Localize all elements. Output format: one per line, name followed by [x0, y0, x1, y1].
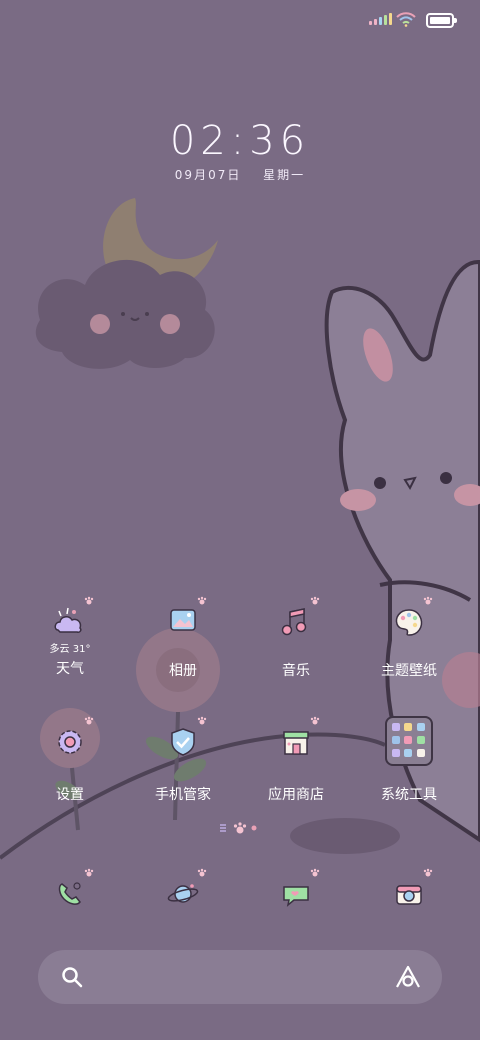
- weather-icon: [50, 596, 94, 642]
- app-store[interactable]: 应用商店: [241, 716, 351, 804]
- app-label: 主题壁纸: [381, 663, 437, 679]
- gallery-icon: [163, 596, 207, 642]
- camera-icon: [389, 868, 433, 914]
- message-bubble-icon: [276, 868, 320, 914]
- search-bar[interactable]: [38, 950, 442, 1004]
- status-bar: [0, 0, 480, 40]
- dock-browser[interactable]: [128, 868, 238, 914]
- folder-icon: [385, 716, 433, 766]
- weather-summary: 多云 31°: [49, 644, 91, 655]
- app-label: 应用商店: [268, 787, 324, 803]
- app-label: 天气: [56, 661, 84, 677]
- dock-messages[interactable]: [241, 868, 351, 914]
- assistant-icon[interactable]: [394, 964, 422, 990]
- clock-date-row[interactable]: 09月07日 星期一: [0, 166, 480, 183]
- app-themes[interactable]: 主题壁纸: [354, 596, 464, 680]
- phone-icon: [50, 868, 94, 914]
- planet-browser-icon: [163, 868, 207, 914]
- app-store-icon: [276, 716, 320, 762]
- cellular-signal-icon: [369, 13, 392, 25]
- clock-date: 09月07日: [174, 168, 242, 182]
- app-weather[interactable]: 多云 31° 天气: [15, 596, 125, 678]
- app-label: 音乐: [282, 663, 310, 679]
- app-label: 相册: [169, 663, 197, 679]
- clock-weekday: 星期一: [263, 168, 306, 182]
- app-folder-system-tools[interactable]: 系统工具: [354, 716, 464, 804]
- app-label: 手机管家: [155, 787, 211, 803]
- theme-palette-icon: [389, 596, 433, 642]
- app-gallery[interactable]: 相册: [128, 596, 238, 680]
- app-phone-manager[interactable]: 手机管家: [128, 716, 238, 804]
- page-indicator-paw-icon: [220, 822, 257, 834]
- music-icon: [276, 596, 320, 642]
- app-label: 系统工具: [381, 787, 437, 803]
- app-settings[interactable]: 设置: [15, 716, 125, 804]
- dock-camera[interactable]: [354, 868, 464, 914]
- shield-check-icon: [163, 716, 207, 762]
- page-indicator[interactable]: [0, 820, 480, 840]
- wifi-icon: [396, 12, 416, 27]
- battery-icon: [426, 13, 457, 28]
- search-icon: [62, 967, 83, 988]
- app-music[interactable]: 音乐: [241, 596, 351, 680]
- clock-time[interactable]: 02:36: [0, 118, 480, 164]
- cloud-decoration: [35, 259, 215, 369]
- app-label: 设置: [56, 787, 84, 803]
- battery-fill: [430, 17, 450, 24]
- settings-gear-icon: [50, 716, 94, 762]
- dock-phone[interactable]: [15, 868, 125, 914]
